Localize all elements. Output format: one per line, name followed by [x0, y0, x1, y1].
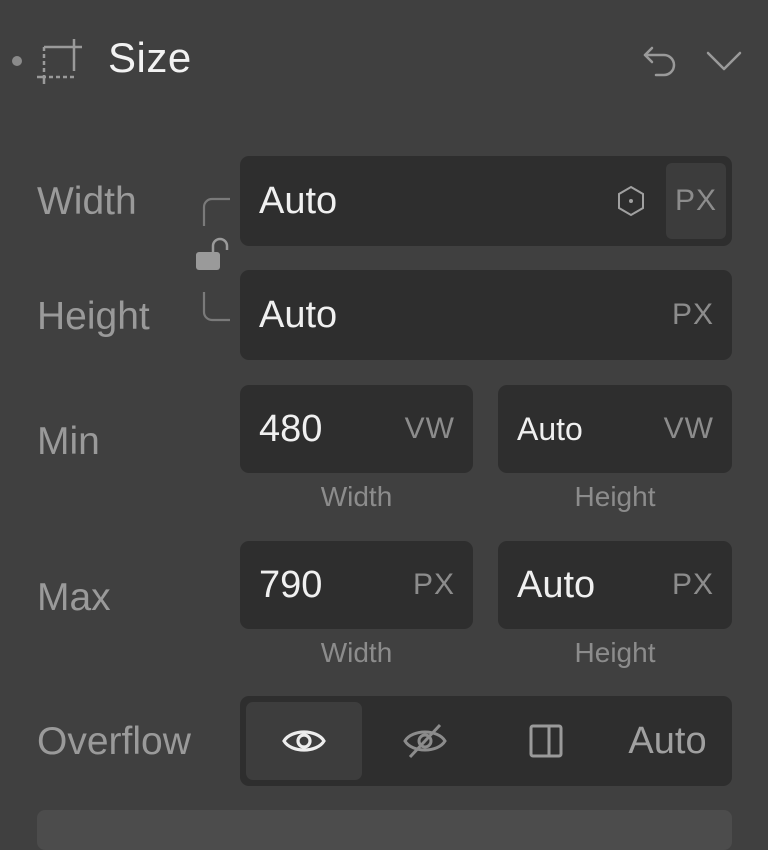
undo-icon[interactable] [640, 40, 680, 80]
crop-frame-icon [34, 35, 86, 87]
max-width-value[interactable]: 790 [240, 564, 413, 607]
hexagon-dot-icon[interactable] [614, 184, 648, 218]
height-label: Height [37, 295, 150, 338]
min-label: Min [37, 420, 100, 463]
overflow-auto-label: Auto [628, 719, 707, 762]
scroll-panel-icon [528, 723, 564, 759]
chevron-down-icon[interactable] [704, 44, 744, 76]
min-height-unit[interactable]: VW [664, 412, 732, 446]
width-value[interactable]: Auto [240, 180, 614, 223]
max-width-sublabel: Width [320, 637, 393, 668]
overflow-segmented-control: Auto [240, 696, 732, 786]
overflow-scroll-button[interactable] [488, 702, 604, 780]
overflow-auto-button[interactable]: Auto [609, 702, 726, 780]
overflow-label: Overflow [37, 720, 191, 763]
max-label: Max [37, 576, 111, 619]
min-width-unit[interactable]: VW [405, 412, 473, 446]
min-width-sublabel: Width [320, 481, 393, 512]
max-width-unit[interactable]: PX [413, 568, 473, 602]
overflow-visible-button[interactable] [246, 702, 362, 780]
min-width-value[interactable]: 480 [240, 408, 405, 451]
width-unit-select[interactable]: PX [666, 163, 726, 239]
eye-icon [281, 725, 327, 757]
width-label: Width [37, 180, 137, 223]
min-width-input[interactable]: 480 VW [240, 385, 473, 473]
max-height-unit[interactable]: PX [672, 568, 732, 602]
height-unit[interactable]: PX [672, 298, 732, 332]
min-height-input[interactable]: Auto VW [498, 385, 732, 473]
next-control-bar[interactable] [37, 810, 732, 850]
max-height-value[interactable]: Auto [498, 564, 672, 607]
link-bracket-top [202, 196, 232, 226]
max-height-sublabel: Height [574, 637, 656, 668]
section-indicator-dot [12, 56, 22, 66]
width-input[interactable]: Auto PX [240, 156, 732, 246]
max-width-input[interactable]: 790 PX [240, 541, 473, 629]
section-title: Size [108, 34, 192, 81]
link-bracket-bottom [202, 292, 232, 324]
height-value[interactable]: Auto [240, 294, 672, 337]
eye-slash-icon [400, 721, 450, 761]
max-height-input[interactable]: Auto PX [498, 541, 732, 629]
min-height-value[interactable]: Auto [498, 411, 664, 448]
min-height-sublabel: Height [574, 481, 656, 512]
unlock-icon[interactable] [193, 236, 229, 274]
height-input[interactable]: Auto PX [240, 270, 732, 360]
overflow-hidden-button[interactable] [367, 702, 483, 780]
